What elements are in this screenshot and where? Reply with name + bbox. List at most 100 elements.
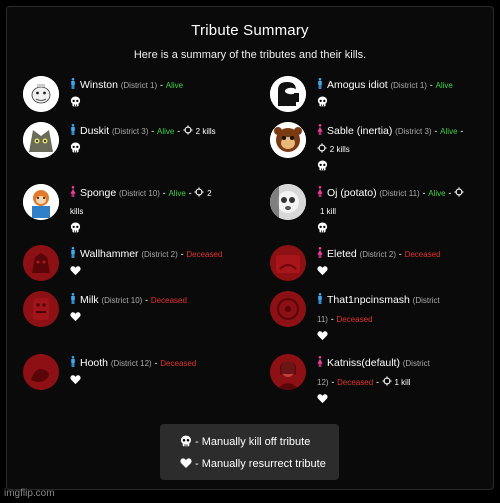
status-badge: Alive bbox=[428, 189, 446, 198]
tribute-name: Milk bbox=[80, 294, 99, 306]
tribute-district: (District 12) bbox=[110, 359, 152, 368]
tribute-name: Sable (inertia) bbox=[327, 125, 393, 137]
target-icon bbox=[183, 126, 193, 137]
target-icon bbox=[194, 188, 204, 199]
heart-icon[interactable] bbox=[70, 267, 81, 278]
separator: - bbox=[159, 80, 163, 90]
male-icon bbox=[70, 293, 76, 304]
tribute-avatar bbox=[270, 76, 306, 112]
separator: - bbox=[188, 188, 192, 198]
status-badge: Alive bbox=[168, 189, 186, 198]
skull-icon bbox=[180, 436, 195, 448]
separator: - bbox=[154, 358, 158, 368]
separator: - bbox=[330, 314, 334, 324]
legend-kill: - Manually kill off tribute bbox=[180, 435, 310, 448]
skull-icon[interactable] bbox=[70, 144, 81, 155]
tribute-avatar bbox=[23, 354, 59, 390]
legend-resurrect-label: - Manually resurrect tribute bbox=[195, 458, 326, 470]
skull-icon[interactable] bbox=[317, 224, 328, 235]
tribute-district: (District 2) bbox=[359, 250, 397, 259]
heart-icon[interactable] bbox=[317, 332, 328, 343]
heart-icon[interactable] bbox=[70, 376, 81, 387]
female-icon bbox=[317, 356, 323, 367]
female-icon bbox=[317, 124, 323, 135]
tribute-district: (District bbox=[402, 359, 430, 368]
tribute-district: (District 10) bbox=[118, 189, 160, 198]
heart-icon[interactable] bbox=[317, 267, 328, 278]
separator: - bbox=[422, 188, 426, 198]
heart-icon[interactable] bbox=[70, 313, 81, 324]
skull-icon[interactable] bbox=[317, 162, 328, 173]
separator: - bbox=[460, 126, 464, 136]
tribute-name: Duskit bbox=[80, 125, 110, 137]
tribute-avatar bbox=[270, 184, 306, 220]
tribute-name: Wallhammer bbox=[80, 248, 139, 260]
tribute-district: (District 1) bbox=[390, 81, 427, 90]
tribute-district: (District 1) bbox=[120, 81, 158, 90]
legend-box: - Manually kill off tribute - Manually r… bbox=[160, 424, 339, 480]
tribute-avatar bbox=[23, 76, 59, 112]
status-badge: Deceased bbox=[336, 315, 373, 324]
tribute-avatar bbox=[270, 245, 306, 281]
tribute-name: Katniss(default) bbox=[327, 357, 400, 369]
heart-icon[interactable] bbox=[317, 395, 328, 406]
tribute-district: (District 3) bbox=[111, 127, 149, 136]
target-icon bbox=[317, 144, 327, 155]
status-badge: Alive bbox=[440, 127, 458, 136]
separator: - bbox=[151, 126, 155, 136]
legend-resurrect: - Manually resurrect tribute bbox=[180, 457, 326, 470]
male-icon bbox=[70, 247, 76, 258]
tribute-name: Winston bbox=[80, 79, 118, 91]
tribute-name: Oj (potato) bbox=[327, 187, 377, 199]
male-icon bbox=[317, 78, 323, 89]
status-badge: Alive bbox=[156, 127, 175, 136]
target-icon bbox=[382, 377, 392, 388]
status-badge: Deceased bbox=[150, 296, 187, 305]
skull-icon[interactable] bbox=[70, 224, 81, 235]
male-icon bbox=[70, 356, 76, 367]
tribute-district-cont: 11) bbox=[317, 315, 328, 324]
tribute-district: (District bbox=[412, 296, 440, 305]
skull-icon[interactable] bbox=[317, 98, 328, 109]
status-badge: Alive bbox=[165, 81, 184, 90]
status-badge: Deceased bbox=[186, 250, 223, 259]
page-subtitle: Here is a summary of the tributes and th… bbox=[133, 49, 367, 61]
watermark: imgflip.com bbox=[4, 488, 55, 499]
kill-count: 1 kill bbox=[394, 378, 411, 387]
tribute-name: That1npcinsmash bbox=[327, 294, 410, 306]
status-badge: Deceased bbox=[160, 359, 197, 368]
tribute-name: Hooth bbox=[80, 357, 109, 369]
tribute-avatar bbox=[23, 122, 59, 158]
separator: - bbox=[375, 377, 379, 387]
legend-kill-label: - Manually kill off tribute bbox=[195, 436, 311, 448]
separator: - bbox=[180, 249, 184, 259]
skull-icon[interactable] bbox=[70, 98, 81, 109]
separator: - bbox=[398, 249, 402, 259]
separator: - bbox=[331, 377, 335, 387]
tribute-avatar bbox=[270, 354, 306, 390]
male-icon bbox=[70, 78, 76, 89]
male-icon bbox=[70, 124, 76, 135]
separator: - bbox=[429, 80, 433, 90]
kill-count: 2 kills bbox=[195, 127, 216, 136]
tribute-district: (District 11) bbox=[379, 189, 420, 198]
tribute-avatar bbox=[23, 184, 59, 220]
page-title: Tribute Summary bbox=[191, 22, 309, 39]
target-icon bbox=[454, 188, 464, 199]
status-badge: Alive bbox=[435, 81, 453, 90]
tribute-avatar bbox=[23, 245, 59, 281]
tribute-name: Eleted bbox=[327, 248, 357, 260]
female-icon bbox=[317, 186, 323, 197]
separator: - bbox=[162, 188, 166, 198]
tribute-district: (District 2) bbox=[141, 250, 178, 259]
separator: - bbox=[448, 188, 452, 198]
tribute-district-cont: 12) bbox=[317, 378, 329, 387]
kill-count-label: kills bbox=[70, 207, 84, 216]
heart-icon bbox=[180, 458, 195, 470]
tribute-name: Amogus idiot bbox=[327, 79, 388, 91]
status-badge: Deceased bbox=[337, 378, 374, 387]
tribute-avatar bbox=[23, 291, 59, 327]
tribute-avatar bbox=[270, 122, 306, 158]
kill-count: 2 kills bbox=[329, 145, 350, 154]
kill-count: 1 kill bbox=[320, 207, 337, 216]
